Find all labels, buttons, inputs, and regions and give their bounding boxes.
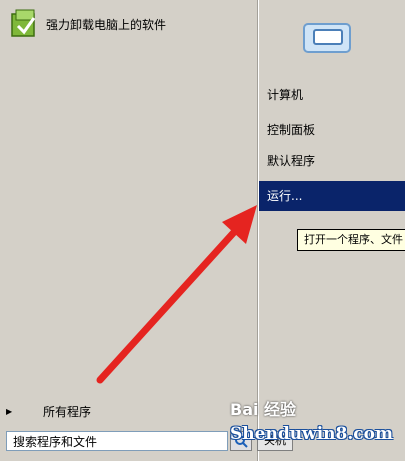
search-input[interactable] [6, 431, 228, 451]
uninstall-software-icon [11, 9, 36, 37]
all-programs-button[interactable]: ▶ 所有程序 [6, 402, 246, 420]
watermark-logo: Bai 经验 [230, 400, 297, 419]
left-pane: 强力卸载电脑上的软件 ▶ 所有程序 [0, 0, 257, 461]
pinned-program-item[interactable]: 强力卸载电脑上的软件 [8, 8, 248, 40]
all-programs-label: 所有程序 [43, 404, 92, 419]
run-tooltip: 打开一个程序、文件 [297, 229, 405, 251]
watermark-site: Shenduwin8.com [230, 424, 393, 444]
user-picture-icon [303, 23, 351, 53]
right-item-computer[interactable]: 计算机 [259, 80, 405, 110]
pinned-program-label: 强力卸载电脑上的软件 [46, 17, 167, 32]
triangle-right-icon: ▶ [6, 406, 13, 416]
right-item-default-programs[interactable]: 默认程序 [259, 146, 405, 176]
right-item-control-panel[interactable]: 控制面板 [259, 115, 405, 145]
right-item-run[interactable]: 运行... [259, 181, 405, 211]
